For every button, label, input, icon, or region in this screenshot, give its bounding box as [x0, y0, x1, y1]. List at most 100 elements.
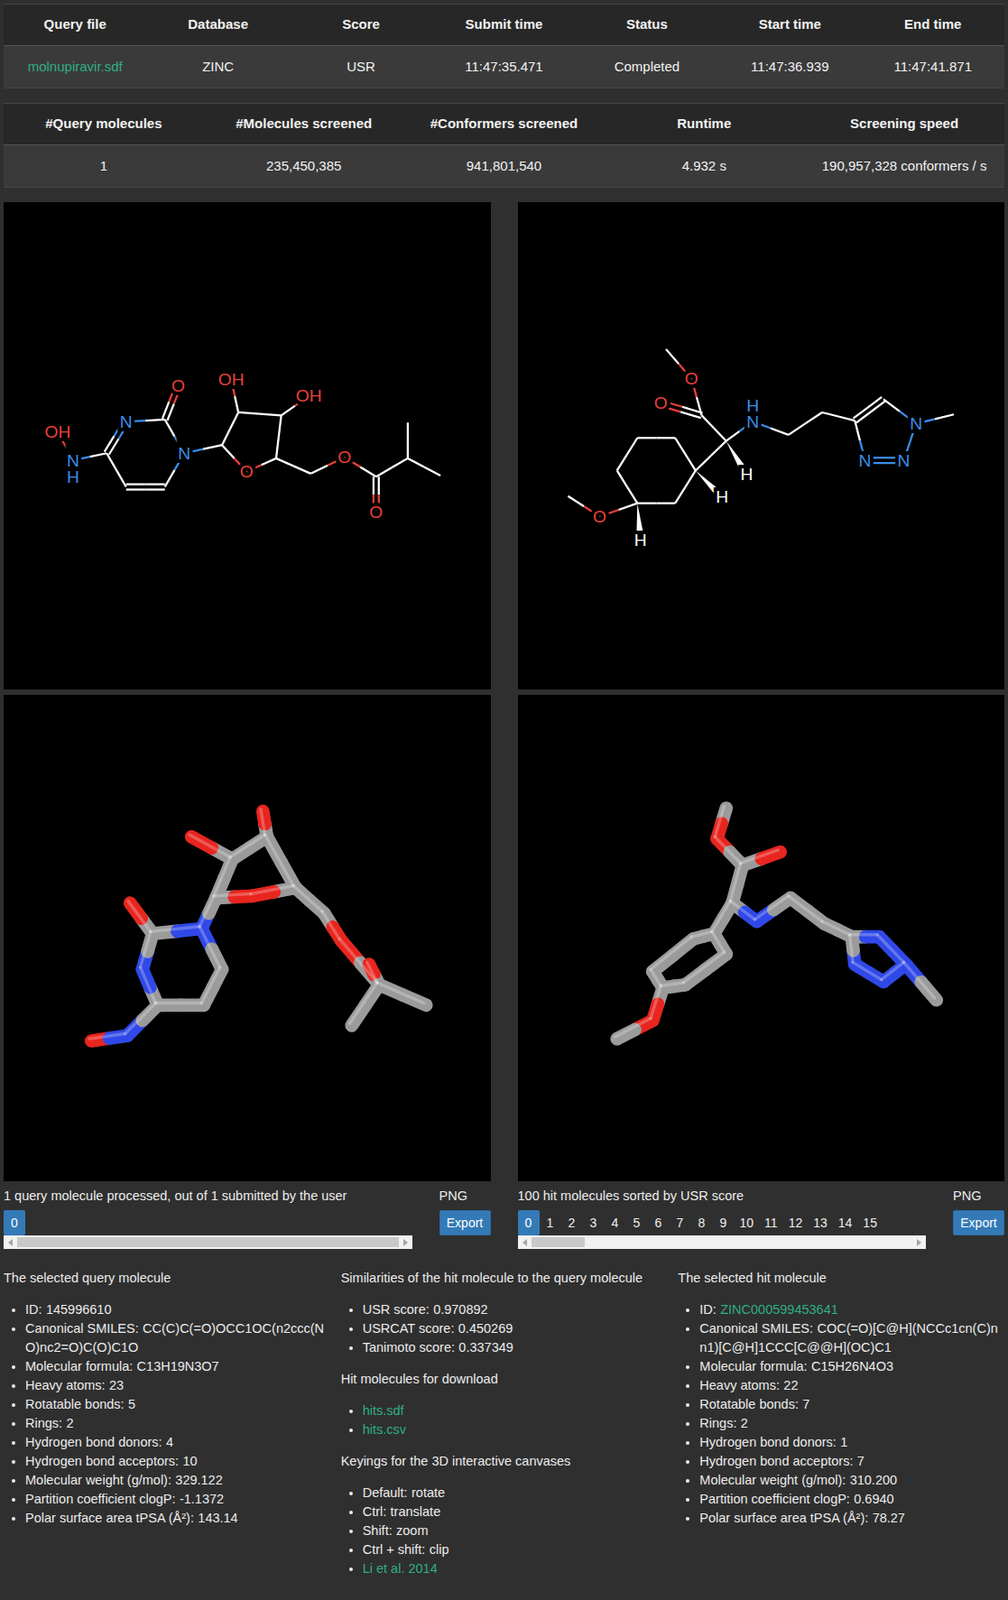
list-item: Tanimoto score:0.337349: [362, 1338, 668, 1358]
table-header: Query fileDatabaseScoreSubmit timeStatus…: [3, 4, 1005, 47]
list-item: Rotatable bonds:5: [25, 1395, 331, 1415]
item-value: 78.27: [872, 1510, 906, 1526]
query-pager: 1 query molecule processed, out of 1 sub…: [3, 1186, 491, 1249]
list-item: Canonical SMILES:CC(C)C(=O)OCC1OC(n2ccc(…: [25, 1319, 331, 1358]
page-button[interactable]: 9: [712, 1210, 735, 1236]
item-label: Rotatable bonds:: [699, 1396, 799, 1412]
list-item: Partition coefficient clogP:0.6940: [699, 1489, 1005, 1509]
item-value: 0.970892: [433, 1302, 488, 1317]
item-value: 22: [783, 1377, 798, 1393]
table-cell: Completed: [575, 46, 719, 89]
scroll-thumb[interactable]: [531, 1237, 585, 1248]
list-item: Li et al. 2014: [362, 1559, 668, 1579]
atom-label: H: [739, 464, 753, 484]
atom-label: O: [369, 502, 383, 522]
atom-label: H: [746, 396, 759, 416]
hit-3d-canvas[interactable]: [517, 694, 1006, 1183]
item-label: Rings:: [699, 1415, 737, 1431]
hit-pager: 100 hit molecules sorted by USR scorePNG…: [517, 1186, 1006, 1249]
page-button[interactable]: 2: [561, 1210, 583, 1236]
item-link[interactable]: hits.csv: [362, 1422, 407, 1437]
atom-label: OH: [45, 422, 72, 442]
cell-text: Completed: [614, 58, 681, 74]
column-header: Query file: [3, 4, 147, 47]
scroll-right-icon[interactable]: [916, 1239, 922, 1247]
scroll-track[interactable]: [17, 1235, 399, 1249]
header-row: #Query molecules#Molecules screened#Conf…: [3, 103, 1005, 146]
item-link[interactable]: hits.sdf: [362, 1403, 405, 1418]
page-button[interactable]: 8: [691, 1210, 713, 1236]
list-item: hits.csv: [362, 1420, 668, 1440]
list-item: Polar surface area tPSA (Å²):143.14: [25, 1508, 331, 1528]
header-row: Query fileDatabaseScoreSubmit timeStatus…: [3, 4, 1005, 47]
scroll-left-icon[interactable]: [522, 1239, 528, 1247]
pager-area: 0: [3, 1210, 413, 1249]
page-button[interactable]: 4: [604, 1210, 627, 1236]
page-button[interactable]: 14: [832, 1210, 859, 1236]
column-header: #Query molecules: [3, 103, 204, 146]
page-button[interactable]: 13: [807, 1210, 833, 1236]
item-value: 23: [109, 1377, 124, 1393]
item-label: Canonical SMILES:: [25, 1321, 139, 1336]
list-item: Hydrogen bond donors:4: [25, 1433, 331, 1452]
page-button[interactable]: 1: [539, 1210, 562, 1236]
item-label: Hydrogen bond acceptors:: [699, 1453, 853, 1469]
page-button[interactable]: 11: [758, 1210, 784, 1236]
page-button[interactable]: 0: [517, 1210, 540, 1236]
atom-label: OH: [218, 369, 245, 389]
table-cell: USR: [289, 46, 433, 89]
panel-caption: 100 hit molecules sorted by USR score: [517, 1186, 927, 1206]
scroll-track[interactable]: [531, 1235, 914, 1249]
item-label: Shift:: [362, 1523, 393, 1538]
info-columns: The selected query moleculeID:145996610C…: [3, 1268, 1005, 1591]
page-button[interactable]: 7: [669, 1210, 692, 1236]
query-properties: ID:145996610Canonical SMILES:CC(C)C(=O)O…: [3, 1300, 331, 1528]
format-label: PNG: [439, 1186, 491, 1206]
query-3d-canvas[interactable]: [3, 694, 491, 1183]
keying-list: Default:rotateCtrl:translateShift:zoomCt…: [341, 1483, 668, 1579]
item-value: C13H19N3O7: [137, 1359, 220, 1374]
column-header: Submit time: [432, 4, 575, 47]
item-value: 10: [182, 1453, 197, 1469]
list-item: Rings:2: [699, 1414, 1005, 1434]
structure-2d: OHNHNONOHOHOOO: [3, 202, 491, 690]
page-button[interactable]: 0: [3, 1210, 26, 1236]
item-label: Ctrl:: [362, 1504, 388, 1519]
section-heading: Keyings for the 3D interactive canvases: [341, 1451, 668, 1471]
item-label: Hydrogen bond acceptors:: [25, 1453, 179, 1469]
page-button[interactable]: 3: [582, 1210, 605, 1236]
hit-2d-canvas: OONHNNNHHOH: [517, 202, 1006, 690]
page-button[interactable]: 6: [647, 1210, 670, 1236]
item-label: Partition coefficient clogP:: [25, 1491, 176, 1507]
cell-text: 11:47:35.471: [464, 58, 543, 74]
atom-label: H: [633, 530, 647, 550]
file-link[interactable]: molnupiravir.sdf: [27, 58, 123, 74]
item-link[interactable]: ZINC000599453641: [720, 1302, 839, 1317]
column-header: End time: [861, 4, 1005, 47]
scrollbar[interactable]: [3, 1235, 413, 1249]
item-label: Polar surface area tPSA (Å²):: [25, 1510, 195, 1526]
item-link[interactable]: Li et al. 2014: [362, 1561, 438, 1576]
page-button[interactable]: 10: [734, 1210, 760, 1236]
scrollbar[interactable]: [517, 1235, 927, 1249]
table-cell: 941,801,540: [404, 145, 605, 188]
page-button[interactable]: 5: [626, 1210, 648, 1236]
scroll-right-icon[interactable]: [403, 1239, 408, 1247]
item-value: 0.6940: [853, 1491, 894, 1507]
table-cell: 11:47:36.939: [718, 46, 861, 89]
item-value: 145996610: [46, 1302, 112, 1317]
scroll-thumb[interactable]: [17, 1237, 399, 1248]
export-button[interactable]: Export: [439, 1210, 491, 1236]
page-button[interactable]: 15: [857, 1210, 883, 1236]
list-item: Shift:zoom: [362, 1521, 668, 1541]
scroll-left-icon[interactable]: [8, 1239, 13, 1247]
item-label: Default:: [362, 1485, 408, 1500]
page-button[interactable]: 12: [783, 1210, 809, 1236]
item-label: Rotatable bonds:: [25, 1396, 125, 1412]
stick-model[interactable]: [3, 694, 491, 1183]
stick-model[interactable]: [517, 694, 1006, 1183]
list-item: USRCAT score:0.450269: [362, 1319, 668, 1339]
export-button[interactable]: Export: [952, 1210, 1005, 1236]
list-item: Rings:2: [25, 1414, 331, 1434]
item-value: 7: [857, 1453, 865, 1469]
